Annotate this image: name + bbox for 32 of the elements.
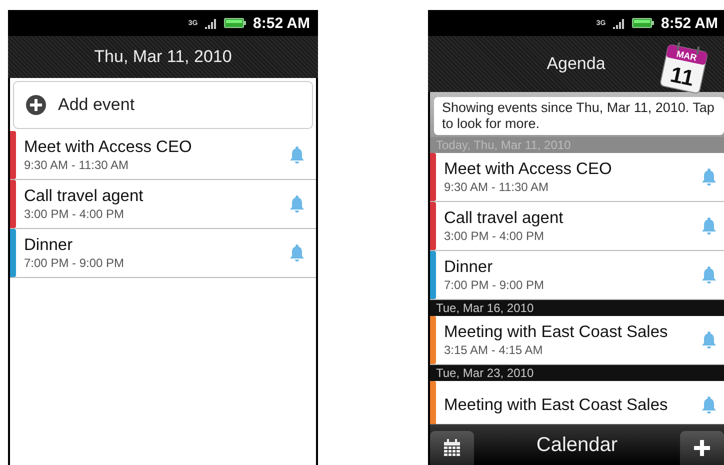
add-event-button[interactable]: Add event	[14, 82, 312, 128]
event-title[interactable]: Call travel agent	[444, 208, 696, 228]
date-header: Tue, Mar 16, 2010	[430, 300, 724, 316]
event-time: 7:00 PM - 9:00 PM	[24, 255, 126, 271]
event-title[interactable]: Dinner	[444, 257, 696, 277]
event-time: 3:00 PM - 4:00 PM	[444, 228, 546, 244]
signal-icon	[613, 18, 626, 28]
event-title[interactable]: Call travel agent	[24, 186, 284, 206]
month-view-button[interactable]	[430, 431, 474, 465]
bottom-bar-title: Calendar	[536, 434, 618, 456]
event-title[interactable]: Meet with Access CEO	[24, 137, 284, 157]
add-event-button[interactable]	[680, 431, 724, 465]
event-time: 3:00 PM - 4:00 PM	[24, 206, 126, 222]
battery-icon	[224, 18, 246, 28]
status-time: 8:52 AM	[253, 14, 310, 32]
event-time: 9:30 AM - 11:30 AM	[444, 179, 550, 195]
event-time: 9:30 AM - 11:30 AM	[24, 157, 130, 173]
date-header: Tue, Mar 23, 2010	[430, 365, 724, 381]
signal-icon	[205, 18, 218, 28]
plus-icon	[692, 439, 711, 457]
event-time: 7:00 PM - 9:00 PM	[444, 277, 546, 293]
calendar-icon	[443, 439, 461, 457]
event-title[interactable]: Meet with Access CEO	[444, 159, 696, 179]
status-time: 8:52 AM	[661, 14, 718, 32]
screen-title: Agenda	[546, 54, 606, 74]
battery-icon	[632, 18, 654, 28]
event-time: 3:15 AM - 4:15 AM	[444, 342, 544, 358]
plus-icon	[26, 95, 46, 115]
showing-events-notice[interactable]: Showing events since Thu, Mar 11, 2010. Tap to look for more.	[434, 97, 724, 135]
day-title: Thu, Mar 11, 2010	[94, 47, 232, 67]
event-title[interactable]: Meeting with East Coast Sales	[444, 322, 696, 342]
event-title[interactable]: Dinner	[24, 235, 284, 255]
